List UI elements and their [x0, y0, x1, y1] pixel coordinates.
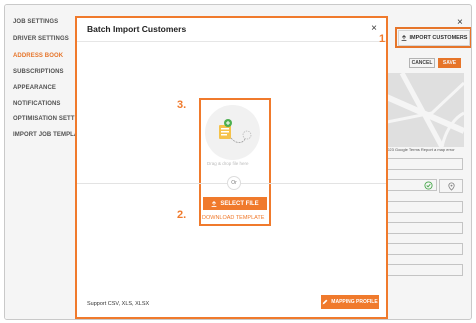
step-marker-2: 2. [177, 209, 187, 221]
batch-import-modal: Batch Import Customers × Drag & drop fil… [75, 16, 388, 319]
select-file-label: SELECT FILE [220, 200, 259, 207]
file-drop-area[interactable] [205, 105, 260, 160]
step-marker-1: 1. [379, 33, 389, 45]
supported-formats-text: Support CSV, XLS, XLSX [87, 301, 150, 307]
drag-drop-text: Drag & drop file here [207, 161, 249, 166]
upload-icon [211, 200, 217, 207]
file-upload-illustration-icon [219, 119, 252, 144]
modal-title: Batch Import Customers [87, 24, 187, 34]
or-divider-left [77, 183, 227, 184]
modal-close-icon[interactable]: × [371, 23, 377, 34]
mapping-profile-button[interactable]: MAPPING PROFILE [321, 295, 379, 309]
select-file-button[interactable]: SELECT FILE [203, 197, 267, 210]
download-template-link[interactable]: DOWNLOAD TEMPLATE [202, 215, 264, 221]
or-separator: Or [227, 176, 241, 190]
mapping-profile-label: MAPPING PROFILE [331, 299, 378, 305]
app-window: JOB SETTINGS DRIVER SETTINGS ADDRESS BOO… [4, 4, 472, 320]
step-marker-3: 3. [177, 99, 187, 111]
pencil-icon [322, 299, 328, 305]
modal-divider [77, 41, 386, 42]
or-divider-right [241, 183, 386, 184]
